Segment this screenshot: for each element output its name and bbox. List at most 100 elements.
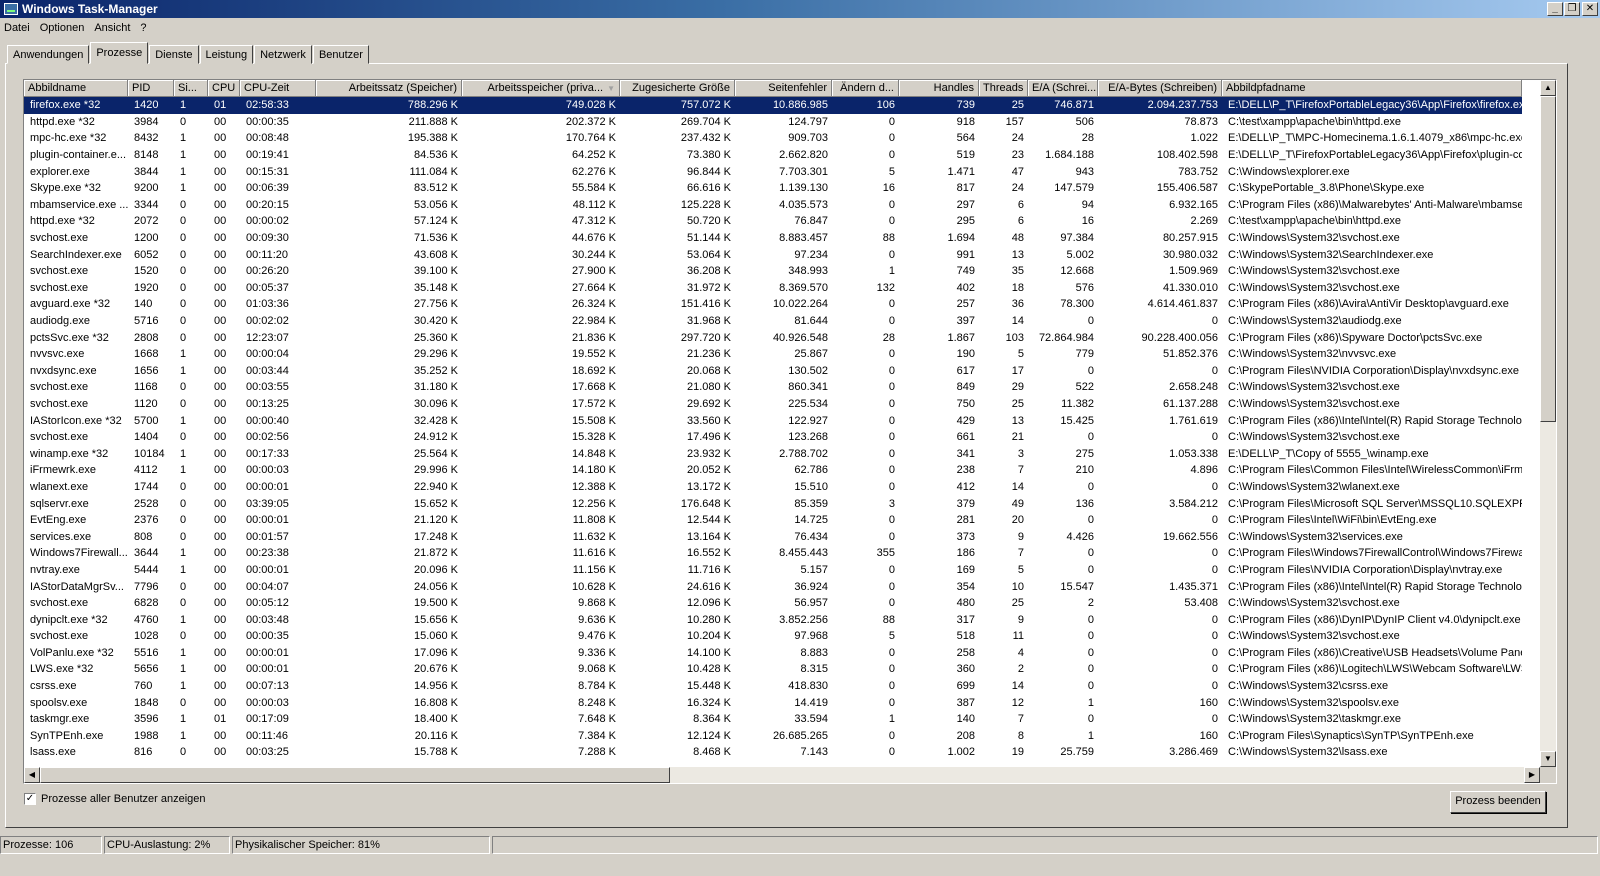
process-row[interactable]: nvxdsync.exe 1656 1 00 00:03:44 35.252 K 18.69… [24, 363, 1522, 380]
process-row[interactable]: plugin-container.e... 8148 1 00 00:19:41 84.5… [24, 147, 1522, 164]
process-row[interactable]: httpd.exe *32 2072 0 00 00:00:02 57.124 K 47.3… [24, 213, 1522, 230]
process-row[interactable]: IAStorIcon.exe *32 5700 1 00 00:00:40 32.428 … [24, 412, 1522, 429]
column-header-cpu-time[interactable]: CPU-Zeit [240, 80, 316, 97]
process-row[interactable]: svchost.exe 6828 0 00 00:05:12 19.500 K 9.868 … [24, 595, 1522, 612]
process-row[interactable]: svchost.exe 1404 0 00 00:02:56 24.912 K 15.328… [24, 429, 1522, 446]
process-row[interactable]: pctsSvc.exe *32 2808 0 00 12:23:07 25.360 K 21… [24, 329, 1522, 346]
tab-anwendungen[interactable]: Anwendungen [7, 45, 90, 64]
process-row[interactable]: dynipclt.exe *32 4760 1 00 00:03:48 15.656 K9… [24, 611, 1522, 628]
cell-page-faults: 418.830 [788, 680, 828, 693]
process-row[interactable]: svchost.exe 1120 0 00 00:13:25 30.096 K 17.572… [24, 396, 1522, 413]
process-row[interactable]: svchost.exe 1520 0 00 00:26:20 39.100 K 27.900… [24, 263, 1522, 280]
column-header-handles[interactable]: Handles [899, 80, 979, 97]
horizontal-scroll-thumb[interactable] [40, 767, 670, 783]
cell-io-write-bytes: 4.896 [1190, 464, 1218, 477]
process-row[interactable]: services.exe 808 0 00 00:01:57 17.248 K 11.632… [24, 528, 1522, 545]
process-row[interactable]: taskmgr.exe 3596 1 01 00:17:09 18.400 K 7.648 … [24, 711, 1522, 728]
process-row[interactable]: SynTPEnh.exe 1988 1 00 00:11:46 20.116 K 7.384… [24, 728, 1522, 745]
column-header-session[interactable]: Si... [174, 80, 208, 97]
process-row[interactable]: Skype.exe *32 9200 1 00 00:06:39 83.512 K 55.5… [24, 180, 1522, 197]
process-row[interactable]: audiodg.exe 5716 0 00 00:02:02 30.420 K 22.984… [24, 313, 1522, 330]
process-row[interactable]: mbamservice.exe ... 3344 0 00 00:20:15 53.056… [24, 197, 1522, 214]
cell-page-faults: 36.924 [794, 580, 828, 593]
process-row[interactable]: svchost.exe 1168 0 00 00:03:55 31.180 K 17.668… [24, 379, 1522, 396]
process-row[interactable]: nvvsvc.exe 1668 1 00 00:00:04 29.296 K 19.552 … [24, 346, 1522, 363]
horizontal-scrollbar[interactable]: ◀ ▶ [24, 767, 1540, 783]
column-header-image-name[interactable]: Abbildname [24, 80, 128, 97]
tab-prozesse[interactable]: Prozesse [90, 42, 149, 64]
restore-button[interactable]: ❐ [1564, 2, 1580, 16]
scroll-up-arrow-icon[interactable]: ▲ [1540, 80, 1556, 96]
process-row[interactable]: lsass.exe 816 0 00 00:03:25 15.788 K 7.288 K 8.… [24, 744, 1522, 761]
process-row[interactable]: svchost.exe 1028 0 00 00:00:35 15.060 K 9.476 … [24, 628, 1522, 645]
process-row[interactable]: VolPanlu.exe *32 5516 1 00 00:00:01 17.096 K9… [24, 645, 1522, 662]
column-header-image-path[interactable]: Abbildpfadname [1222, 80, 1522, 97]
cell-private-memory: 55.584 K [571, 182, 616, 195]
menu-ansicht[interactable]: Ansicht [94, 22, 130, 34]
process-row[interactable]: csrss.exe 760 1 00 00:07:13 14.956 K 8.784 K 15… [24, 678, 1522, 695]
process-row[interactable]: firefox.exe *32 1420 1 01 02:58:33 788.296 K 7… [24, 97, 1522, 114]
process-row[interactable]: winamp.exe *32 10184 1 00 00:17:33 25.564 K 14… [24, 445, 1522, 462]
cell-change: 0 [888, 663, 895, 676]
cell-image-path: C:\Program Files\NVIDIA Corporation\Disp… [1228, 364, 1519, 377]
process-list[interactable]: Abbildname PID Si... CPU CPU-Zeit Arbeitssatz… [23, 79, 1557, 784]
cell-cpu-time: 00:11:20 [246, 248, 289, 261]
show-all-users-checkbox[interactable]: ✓ [24, 793, 36, 805]
cell-pid: 5444 [134, 563, 159, 576]
process-row[interactable]: mpc-hc.exe *32 8432 1 00 00:08:48 195.388 K 17… [24, 130, 1522, 147]
scroll-left-arrow-icon[interactable]: ◀ [24, 767, 40, 783]
cell-page-faults: 130.502 [788, 364, 828, 377]
process-row[interactable]: Windows7Firewall... 3644 1 00 00:23:38 21.872… [24, 545, 1522, 562]
process-row[interactable]: wlanext.exe 1744 0 00 00:00:01 22.940 K 12.388… [24, 479, 1522, 496]
cell-session: 1 [180, 563, 187, 576]
vertical-scrollbar[interactable]: ▲ ▼ [1540, 80, 1556, 767]
menu-optionen[interactable]: Optionen [40, 22, 85, 34]
column-header-pid[interactable]: PID [128, 80, 174, 97]
cell-cpu: 00 [214, 132, 227, 145]
cell-page-faults: 33.594 [794, 713, 828, 726]
process-row[interactable]: svchost.exe 1920 0 00 00:05:37 35.148 K 27.664… [24, 280, 1522, 297]
process-row[interactable]: LWS.exe *32 5656 1 00 00:00:01 20.676 K 9.068 … [24, 661, 1522, 678]
cell-working-set: 22.940 K [413, 480, 458, 493]
process-row[interactable]: httpd.exe *32 3984 0 00 00:00:35 211.888 K 202… [24, 114, 1522, 131]
process-row[interactable]: svchost.exe 1200 0 00 00:09:30 71.536 K 44.676… [24, 230, 1522, 247]
process-row[interactable]: avguard.exe *32 140 0 00 01:03:36 27.756 K 26.… [24, 296, 1522, 313]
tab-netzwerk[interactable]: Netzwerk [254, 45, 312, 64]
process-row[interactable]: explorer.exe 3844 1 00 00:15:31 111.084 K 62.2… [24, 163, 1522, 180]
column-header-threads[interactable]: Threads [979, 80, 1028, 97]
column-header-io-write-bytes[interactable]: E/A-Bytes (Schreiben) [1098, 80, 1222, 97]
tab-leistung[interactable]: Leistung [199, 45, 254, 64]
cell-io-writes: 506 [1075, 115, 1094, 128]
process-row[interactable]: SearchIndexer.exe 6052 0 00 00:11:20 43.608 K… [24, 246, 1522, 263]
cell-working-set: 71.536 K [413, 232, 458, 245]
end-process-button[interactable]: Prozess beenden [1450, 791, 1546, 813]
tab-dienste[interactable]: Dienste [149, 45, 199, 64]
menu-datei[interactable]: Datei [4, 22, 30, 34]
cell-cpu-time: 00:00:01 [246, 563, 289, 576]
process-row[interactable]: IAStorDataMgrSv... 7796 0 00 00:04:07 24.056 … [24, 578, 1522, 595]
column-header-change[interactable]: Ändern d... [832, 80, 899, 97]
process-row[interactable]: iFrmewrk.exe 4112 1 00 00:00:03 29.996 K 14.18… [24, 462, 1522, 479]
close-button[interactable]: ✕ [1582, 2, 1598, 16]
vertical-scroll-thumb[interactable] [1540, 96, 1556, 422]
column-header-label: E/A (Schrei... [1032, 82, 1097, 94]
cell-threads: 13 [1011, 248, 1024, 261]
column-header-commit-size[interactable]: Zugesicherte Größe [620, 80, 735, 97]
column-header-io-writes[interactable]: E/A (Schrei... [1028, 80, 1098, 97]
column-header-working-set[interactable]: Arbeitssatz (Speicher) [316, 80, 462, 97]
process-row[interactable]: spoolsv.exe 1848 0 00 00:00:03 16.808 K 8.248 … [24, 694, 1522, 711]
tab-benutzer[interactable]: Benutzer [312, 45, 369, 64]
show-all-users-option[interactable]: ✓ Prozesse aller Benutzer anzeigen [24, 793, 205, 805]
process-row[interactable]: sqlservr.exe 2528 0 00 03:39:05 15.652 K 12.25… [24, 495, 1522, 512]
menu-help[interactable]: ? [140, 22, 146, 34]
column-header-page-faults[interactable]: Seitenfehler [735, 80, 832, 97]
scroll-down-arrow-icon[interactable]: ▼ [1540, 751, 1556, 767]
cell-threads: 17 [1011, 364, 1024, 377]
scroll-right-arrow-icon[interactable]: ▶ [1524, 767, 1540, 783]
column-header-cpu[interactable]: CPU [208, 80, 240, 97]
cell-image-name: Windows7Firewall... [30, 547, 128, 560]
process-row[interactable]: nvtray.exe 5444 1 00 00:00:01 20.096 K 11.156 … [24, 562, 1522, 579]
column-header-private-memory[interactable]: Arbeitsspeicher (priva... ▼ [462, 80, 620, 97]
process-row[interactable]: EvtEng.exe 2376 0 00 00:00:01 21.120 K 11.808 … [24, 512, 1522, 529]
minimize-button[interactable]: _ [1547, 2, 1563, 16]
